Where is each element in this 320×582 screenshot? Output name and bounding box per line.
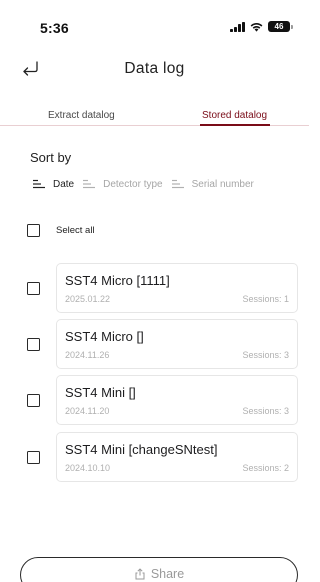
active-tab-indicator [200,124,270,126]
sort-lines-icon [171,179,184,189]
sort-option-detector-type[interactable]: Detector type [83,178,163,190]
wifi-icon [250,22,263,32]
datalog-date: 2025.01.22 [65,294,111,304]
battery-icon: 46 [268,21,293,32]
share-icon [135,568,145,580]
sort-option-serial-number[interactable]: Serial number [171,178,254,190]
data-log-screen: 5:36 46 Data log Extract datalog Stored … [0,0,309,582]
sort-option-label: Detector type [103,178,163,190]
datalog-sessions: Sessions: 2 [242,463,289,473]
status-bar: 5:36 46 [0,0,309,50]
tab-bar: Extract datalog Stored datalog [0,108,309,126]
sort-options: Date Detector type Serial number [33,177,263,191]
tab-stored-datalog[interactable]: Stored datalog [202,110,267,121]
select-all-row[interactable]: Select all [27,224,95,237]
datalog-date: 2024.11.20 [65,406,110,416]
share-label: Share [150,567,185,581]
status-icons: 46 [230,21,293,32]
item-checkbox[interactable] [27,338,40,351]
datalog-card[interactable]: SST4 Mini [] 2024.11.20 Sessions: 3 [56,375,298,425]
datalog-card[interactable]: SST4 Micro [1111] 2025.01.22 Sessions: 1 [56,263,298,313]
datalog-title: SST4 Mini [changeSNtest] [65,442,218,457]
sort-option-label: Serial number [191,178,254,190]
page-title: Data log [124,60,185,77]
datalog-date: 2024.10.10 [65,463,111,473]
header: Data log [0,50,309,90]
datalog-title: SST4 Micro [] [65,329,144,344]
datalog-date: 2024.11.26 [65,350,110,360]
sort-lines-icon [33,179,45,189]
datalog-sessions: Sessions: 1 [242,294,289,304]
tab-extract-datalog[interactable]: Extract datalog [48,110,115,121]
datalog-title: SST4 Micro [1111] [65,273,170,288]
item-checkbox[interactable] [27,282,40,295]
datalog-sessions: Sessions: 3 [242,350,289,360]
datalog-card[interactable]: SST4 Mini [changeSNtest] 2024.10.10 Sess… [56,432,298,482]
datalog-card[interactable]: SST4 Micro [] 2024.11.26 Sessions: 3 [56,319,298,369]
status-time: 5:36 [40,20,69,36]
sort-option-date[interactable]: Date [33,179,74,190]
sort-option-label: Date [53,178,75,190]
share-button[interactable]: Share [20,557,298,582]
item-checkbox[interactable] [27,394,40,407]
select-all-label: Select all [56,225,95,236]
select-all-checkbox[interactable] [27,224,40,237]
share-button-content: Share [21,567,297,581]
sort-by-label: Sort by [30,150,72,165]
item-checkbox[interactable] [27,451,40,464]
sort-lines-icon [83,179,96,189]
cellular-signal-icon [230,21,245,32]
datalog-title: SST4 Mini [] [65,385,136,400]
datalog-sessions: Sessions: 3 [242,406,289,416]
